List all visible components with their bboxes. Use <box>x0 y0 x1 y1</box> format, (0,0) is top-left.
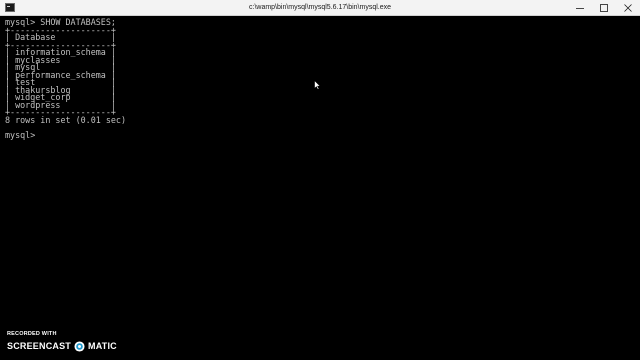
mouse-pointer-icon <box>314 80 321 90</box>
close-icon <box>624 3 632 12</box>
command-prompt[interactable]: mysql> <box>5 131 633 140</box>
minimize-icon <box>576 7 584 9</box>
maximize-button[interactable] <box>592 0 616 15</box>
maximize-icon <box>600 3 608 12</box>
minimize-button[interactable] <box>568 0 592 15</box>
watermark-word-left: SCREENCAST <box>7 341 72 351</box>
close-button[interactable] <box>616 0 640 15</box>
window-title: c:\wamp\bin\mysql\mysql5.6.17\bin\mysql.… <box>249 4 391 11</box>
terminal-output[interactable]: mysql> SHOW DATABASES; +----------------… <box>5 18 633 349</box>
watermark-word-right: MATIC <box>88 341 117 351</box>
title-bar[interactable]: c:\wamp\bin\mysql\mysql5.6.17\bin\mysql.… <box>0 0 640 16</box>
result-summary: 8 rows in set (0.01 sec) <box>5 114 127 125</box>
screencast-o-matic-logo-icon <box>74 340 85 352</box>
screencast-watermark: RECORDED WITH SCREENCAST MATIC <box>7 331 117 355</box>
watermark-caption: RECORDED WITH <box>7 331 57 337</box>
console-window: c:\wamp\bin\mysql\mysql5.6.17\bin\mysql.… <box>0 0 640 360</box>
watermark-brand: SCREENCAST MATIC <box>7 340 117 352</box>
scrollbar[interactable] <box>630 16 640 344</box>
window-controls <box>568 0 640 15</box>
